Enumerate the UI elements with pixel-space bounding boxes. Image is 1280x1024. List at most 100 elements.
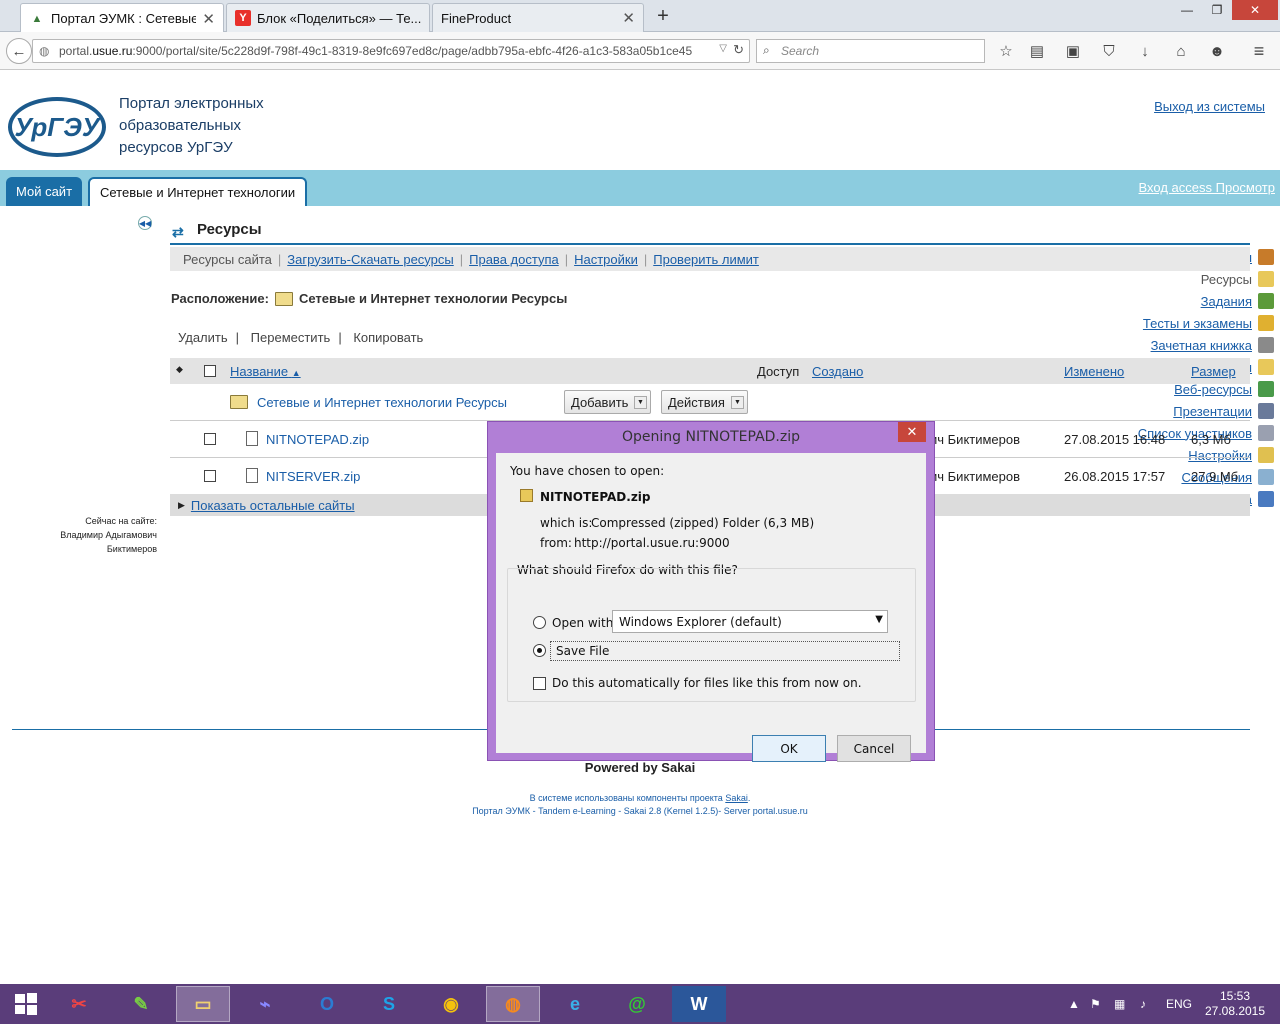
subnav-upload-download[interactable]: Загрузить-Скачать ресурсы — [287, 252, 453, 267]
save-file-label[interactable]: Save File — [550, 641, 900, 661]
flag-icon[interactable]: ⚑ — [1090, 984, 1101, 1024]
move-action[interactable]: Переместить — [251, 330, 331, 345]
back-button[interactable]: ← — [6, 38, 32, 64]
zip-folder-icon — [520, 489, 533, 502]
search-input[interactable]: ⌕ Search — [756, 39, 985, 63]
download-dialog: Opening NITNOTEPAD.zip ✕ You have chosen… — [487, 421, 935, 762]
url-bar[interactable]: ◍ portal. usue.ru:9000/portal/site/5c228d… — [32, 39, 750, 63]
close-tab-icon[interactable]: ✕ — [202, 10, 215, 28]
url-dropdown-icon[interactable]: ▽ — [719, 43, 727, 54]
chrome-icon[interactable]: ◉ — [424, 986, 478, 1022]
subnav-permissions[interactable]: Права доступа — [469, 252, 559, 267]
collapse-menu-icon[interactable]: ◀◀ — [138, 216, 152, 230]
network-tray-icon[interactable]: ▦ — [1114, 984, 1125, 1024]
file-link[interactable]: NITNOTEPAD.zip — [266, 432, 369, 447]
column-modified[interactable]: Изменено — [1064, 364, 1124, 379]
row-checkbox[interactable] — [204, 470, 216, 482]
start-button[interactable] — [0, 986, 52, 1022]
present-label: Сейчас на сайте: — [85, 516, 157, 526]
bookmarks-menu-icon[interactable]: ▤ — [1027, 41, 1047, 61]
outlook-icon[interactable]: O — [300, 986, 354, 1022]
expand-arrow-icon: ▶ — [178, 499, 185, 510]
mail-agent-icon[interactable]: @ — [610, 986, 664, 1022]
skype-icon[interactable]: S — [362, 986, 416, 1022]
menu-icon[interactable]: ≡ — [1249, 41, 1269, 61]
sakai-link[interactable]: Sakai — [725, 793, 748, 803]
actions-button[interactable]: Действия ▼ — [661, 390, 748, 414]
clock[interactable]: 15:53 27.08.2015 — [1205, 984, 1265, 1024]
row-checkbox[interactable] — [204, 433, 216, 445]
open-with-select[interactable]: Windows Explorer (default) ▼ — [612, 610, 888, 633]
delete-action[interactable]: Удалить — [178, 330, 228, 345]
access-view-link[interactable]: Вход access Просмотр — [1139, 180, 1275, 195]
logout-link[interactable]: Выход из системы — [1154, 99, 1265, 114]
column-created[interactable]: Создано — [812, 364, 863, 379]
window-close-button[interactable]: ✕ — [1232, 0, 1278, 20]
open-with-label[interactable]: Open with — [552, 616, 613, 630]
pocket-icon[interactable]: ⛉ — [1099, 41, 1119, 61]
tool-title: ⇄ Ресурсы — [170, 221, 1250, 245]
column-name[interactable]: Название ▲ — [230, 364, 301, 379]
ok-button[interactable]: OK — [752, 735, 826, 762]
word-icon[interactable]: W — [672, 986, 726, 1022]
close-tab-icon[interactable]: ✕ — [622, 9, 635, 27]
subnav-options[interactable]: Настройки — [574, 252, 638, 267]
new-tab-button[interactable]: + — [652, 5, 674, 28]
roster-icon — [1258, 425, 1274, 441]
auto-checkbox[interactable] — [533, 677, 546, 690]
menu-item[interactable]: Тесты и экзамены — [1143, 314, 1274, 332]
chat-icon[interactable]: ☻ — [1207, 41, 1227, 61]
file-explorer-icon[interactable]: ▭ — [176, 986, 230, 1022]
tab-my-site[interactable]: Мой сайт — [6, 177, 83, 206]
menu-item[interactable]: Ресурсы — [1201, 270, 1274, 288]
notepad-plus-icon[interactable]: ✎ — [114, 986, 168, 1022]
firefox-icon[interactable]: ◍ — [486, 986, 540, 1022]
reset-icon[interactable]: ⇄ — [172, 224, 184, 241]
open-with-radio[interactable] — [533, 616, 546, 629]
maximize-button[interactable]: ❐ — [1204, 0, 1230, 20]
select-all-checkbox[interactable] — [204, 365, 216, 377]
tab-yandex[interactable]: Y Блок «Поделиться» — Те... — [226, 3, 430, 32]
dialog-close-button[interactable]: ✕ — [898, 422, 926, 442]
dialog-filename: NITNOTEPAD.zip — [540, 490, 651, 504]
yandex-icon: Y — [235, 10, 251, 26]
language-indicator[interactable]: ENG — [1166, 984, 1192, 1024]
column-size[interactable]: Размер — [1191, 364, 1236, 379]
folder-link[interactable]: Сетевые и Интернет технологии Ресурсы — [257, 395, 507, 410]
reload-icon[interactable]: ↻ — [733, 42, 744, 58]
monitor-icon — [1258, 403, 1274, 419]
dialog-title: Opening NITNOTEPAD.zip — [621, 429, 800, 445]
home-icon[interactable]: ⌂ — [1171, 41, 1191, 61]
expand-all-icon[interactable]: ◆ — [176, 364, 183, 375]
file-link[interactable]: NITSERVER.zip — [266, 469, 360, 484]
subnav-check-quota[interactable]: Проверить лимит — [653, 252, 759, 267]
navigation-toolbar: ← ◍ portal. usue.ru:9000/portal/site/5c22… — [0, 32, 1280, 70]
snipping-tool-icon[interactable]: ✂ — [52, 986, 106, 1022]
usue-logo[interactable]: УрГЭУ — [8, 97, 106, 157]
tool-subnav: Ресурсы сайта | Загрузить-Скачать ресурс… — [170, 247, 1250, 271]
network-icon[interactable]: ⌁ — [238, 986, 292, 1022]
reading-list-icon[interactable]: ▣ — [1063, 41, 1083, 61]
download-icon[interactable]: ↓ — [1135, 41, 1155, 61]
chevron-down-icon: ▼ — [731, 396, 744, 409]
add-button[interactable]: Добавить ▼ — [564, 390, 651, 414]
internet-explorer-icon[interactable]: e — [548, 986, 602, 1022]
tab-fineproduct[interactable]: FineProduct ✕ — [432, 3, 644, 32]
copy-action[interactable]: Копировать — [353, 330, 423, 345]
auto-label[interactable]: Do this automatically for files like thi… — [552, 676, 862, 690]
minimize-button[interactable]: — — [1172, 0, 1202, 20]
tab-current-site[interactable]: Сетевые и Интернет технологии — [88, 177, 308, 206]
tray-show-hidden-icon[interactable]: ▲ — [1068, 984, 1080, 1024]
tab-portal[interactable]: ▲ Портал ЭУМК : Сетевые ... ✕ — [20, 3, 224, 33]
zip-file-icon — [246, 431, 258, 446]
save-file-radio[interactable] — [533, 644, 546, 657]
menu-item[interactable]: Задания — [1201, 292, 1274, 310]
browser-tab-bar: ▲ Портал ЭУМК : Сетевые ... ✕ Y Блок «По… — [0, 0, 1280, 33]
menu-item[interactable]: Зачетная книжка — [1151, 336, 1274, 354]
volume-icon[interactable]: ♪ — [1140, 984, 1146, 1024]
location-breadcrumb: Расположение: Сетевые и Интернет техноло… — [171, 291, 568, 306]
bookmark-star-icon[interactable]: ☆ — [996, 41, 1016, 61]
cancel-button[interactable]: Cancel — [837, 735, 911, 762]
chevron-down-icon: ▼ — [875, 614, 883, 625]
site-info-icon[interactable]: ◍ — [39, 44, 49, 58]
